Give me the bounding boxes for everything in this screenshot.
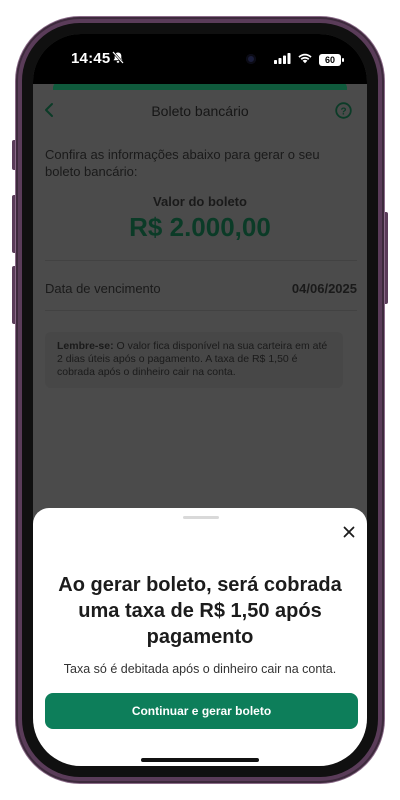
sheet-subtitle: Taxa só é debitada após o dinheiro cair … [63,662,337,676]
due-date-label: Data de vencimento [45,281,161,296]
divider [45,310,357,311]
app-header: Boleto bancário ? [33,84,367,138]
amount-label: Valor do boleto [153,194,247,209]
close-icon[interactable] [343,525,355,543]
intro-text: Confira as informações abaixo para gerar… [45,147,320,179]
wifi-icon [297,51,313,69]
battery-icon: 60 [319,54,344,66]
phone-screen: 14:45 60 Boleto bancário ? Confira as in… [33,34,367,766]
reminder-title: Lembre-se: [57,340,114,352]
svg-text:?: ? [340,106,346,117]
home-indicator[interactable] [141,758,259,762]
fee-bottom-sheet: Ao gerar boleto, será cobrada uma taxa d… [33,508,367,766]
continue-generate-boleto-button[interactable]: Continuar e gerar boleto [45,693,358,729]
sheet-drag-handle[interactable] [183,516,219,519]
signal-icon [274,51,291,69]
amount-value: R$ 2.000,00 [129,212,271,242]
status-right-group: 60 [274,51,344,69]
status-time: 14:45 [71,50,111,67]
due-date-value: 04/06/2025 [291,281,357,296]
divider [45,260,357,261]
bell-slash-icon [112,51,124,69]
camera-icon [246,54,256,64]
question-circle-icon[interactable]: ? [335,102,352,124]
reminder-box: Lembre-se: O valor fica disponível na su… [45,332,343,388]
dynamic-island [158,46,270,72]
sheet-title: Ao gerar boleto, será cobrada uma taxa d… [58,574,342,648]
page-title: Boleto bancário [151,103,249,119]
